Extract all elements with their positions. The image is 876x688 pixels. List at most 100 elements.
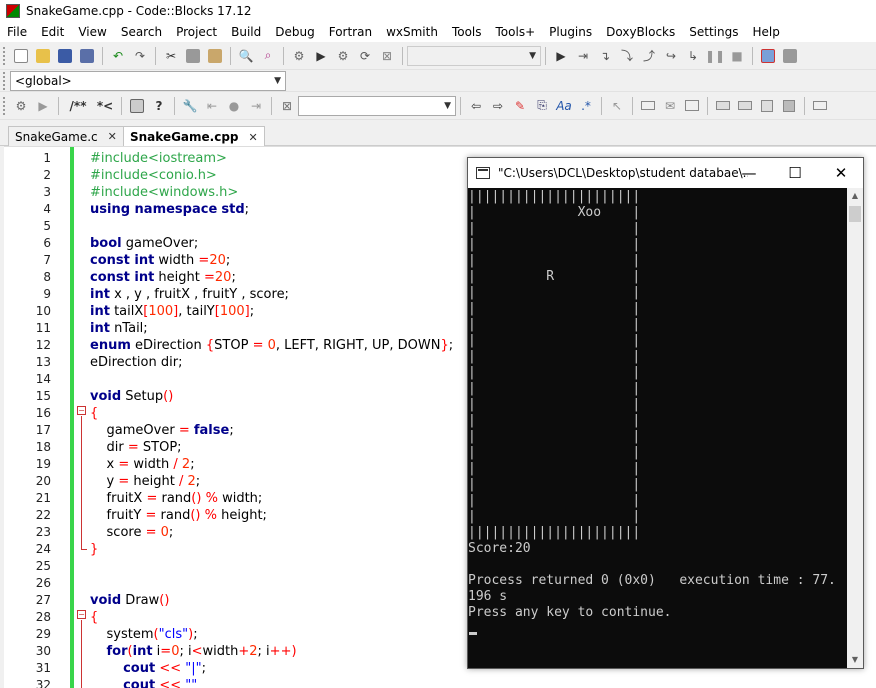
console-line: | Xoo | [468,205,641,220]
select-pointer-icon[interactable]: ↖ [607,96,627,116]
function-select[interactable] [286,70,294,91]
menu-debug[interactable]: Debug [268,22,321,42]
mail-icon[interactable]: ✉ [660,96,680,116]
step-into-icon[interactable]: ⤵ [617,46,637,66]
highlight-icon[interactable]: ✎ [510,96,530,116]
menu-plugins[interactable]: Plugins [542,22,599,42]
rebuild-icon[interactable]: ⟳ [355,46,375,66]
console-line: | | [468,253,641,268]
redo-icon[interactable]: ↷ [130,46,150,66]
new-file-icon[interactable] [11,46,31,66]
line-number: 23 [35,525,51,539]
separator [283,46,284,65]
menu-tools[interactable]: Tools [445,22,489,42]
match-case-icon[interactable]: Aa [554,96,574,116]
maximize-button[interactable]: ☐ [772,158,818,188]
toolbar-grip[interactable] [3,96,7,115]
jump-back-icon[interactable]: ⇤ [202,96,222,116]
config-wrench-icon[interactable]: 🔧 [180,96,200,116]
tab-snakegame-cpp[interactable]: SnakeGame.cpp ✕ [123,126,265,147]
run-chm-icon[interactable]: ? [149,96,169,116]
run-html-icon[interactable] [127,96,147,116]
scroll-thumb[interactable] [849,206,861,222]
abort-icon[interactable]: ⊠ [377,46,397,66]
line-comment-button[interactable]: *< [94,96,116,116]
copy-icon[interactable] [183,46,203,66]
console-line: | | [468,301,641,316]
frame-icon[interactable] [682,96,702,116]
debug-windows-icon[interactable] [758,46,778,66]
step-out-icon[interactable]: ⤴ [639,46,659,66]
code-text: cout << "|"; [123,661,206,676]
save-icon[interactable] [55,46,75,66]
build-gear-icon[interactable]: ⚙ [289,46,309,66]
panel-c-icon[interactable] [757,96,777,116]
block-comment-button[interactable]: /** [64,96,92,116]
next-line-icon[interactable]: ↴ [595,46,615,66]
menu-view[interactable]: View [71,22,113,42]
replace-icon[interactable]: ⌕ [258,46,278,66]
panel-a-icon[interactable] [713,96,733,116]
console-line: | | [468,285,641,300]
menu-search[interactable]: Search [114,22,169,42]
run-icon[interactable]: ▶ [311,46,331,66]
undo-icon[interactable]: ↶ [108,46,128,66]
debug-continue-icon[interactable]: ▶ [551,46,571,66]
menu-doxyblocks[interactable]: DoxyBlocks [599,22,682,42]
scroll-up-icon[interactable]: ▲ [847,188,863,204]
toolbar-grip[interactable] [3,46,7,65]
menu-settings[interactable]: Settings [682,22,745,42]
line-number: 12 [35,338,51,352]
code-line[interactable]: 32 cout << "" [4,677,876,688]
panel-e-icon[interactable] [810,96,830,116]
toggle-bookmark-icon[interactable]: ● [224,96,244,116]
build-target-select[interactable]: ▼ [407,45,541,66]
scope-select[interactable]: <global> ▼ [10,70,286,91]
extract-docs-icon[interactable]: ▶ [33,96,53,116]
code-completion-toolbar: <global> ▼ [0,70,876,92]
close-button[interactable]: ✕ [818,158,864,188]
code-text: const int height =20; [90,270,236,285]
step-instruction-icon[interactable]: ↳ [683,46,703,66]
menu-fortran[interactable]: Fortran [322,22,379,42]
line-number: 19 [35,457,51,471]
rect-shape-icon[interactable] [638,96,658,116]
stop-debug-icon[interactable]: ■ [727,46,747,66]
close-icon[interactable]: ✕ [249,131,258,144]
pause-icon[interactable]: ❚❚ [705,46,725,66]
menu-toolsplus[interactable]: Tools+ [489,22,543,42]
menu-project[interactable]: Project [169,22,224,42]
clear-search-icon[interactable]: ⊠ [277,96,297,116]
regex-icon[interactable]: .* [576,96,596,116]
console-title-bar[interactable]: "C:\Users\DCL\Desktop\student databae\..… [468,158,863,188]
minimize-button[interactable]: — [726,158,772,188]
find-next-icon[interactable]: ⇨ [488,96,508,116]
menu-help[interactable]: Help [745,22,786,42]
toolbar-grip[interactable] [3,71,7,90]
console-scrollbar[interactable]: ▲ ▼ [847,188,863,668]
open-folder-icon[interactable] [33,46,53,66]
debug-info-icon[interactable] [780,46,800,66]
save-all-icon[interactable] [77,46,97,66]
menu-edit[interactable]: Edit [34,22,71,42]
find-icon[interactable]: 🔍 [236,46,256,66]
run-to-cursor-icon[interactable]: ⇥ [573,46,593,66]
menu-wxsmith[interactable]: wxSmith [379,22,445,42]
build-and-run-icon[interactable]: ⚙ [333,46,353,66]
cut-icon[interactable]: ✂ [161,46,181,66]
panel-d-icon[interactable] [779,96,799,116]
panel-b-icon[interactable] [735,96,755,116]
menu-build[interactable]: Build [224,22,268,42]
tab-snakegame-c[interactable]: SnakeGame.c ✕ [8,126,124,146]
selected-text-icon[interactable]: ⎘ [532,96,552,116]
next-instruction-icon[interactable]: ↪ [661,46,681,66]
search-combo[interactable]: ▼ [298,95,456,116]
find-previous-icon[interactable]: ⇦ [466,96,486,116]
console-window[interactable]: "C:\Users\DCL\Desktop\student databae\..… [467,157,864,669]
doxywizard-icon[interactable]: ⚙ [11,96,31,116]
menu-file[interactable]: File [0,22,34,42]
jump-forward-icon[interactable]: ⇥ [246,96,266,116]
close-icon[interactable]: ✕ [108,130,117,143]
paste-icon[interactable] [205,46,225,66]
scroll-down-icon[interactable]: ▼ [847,652,863,668]
